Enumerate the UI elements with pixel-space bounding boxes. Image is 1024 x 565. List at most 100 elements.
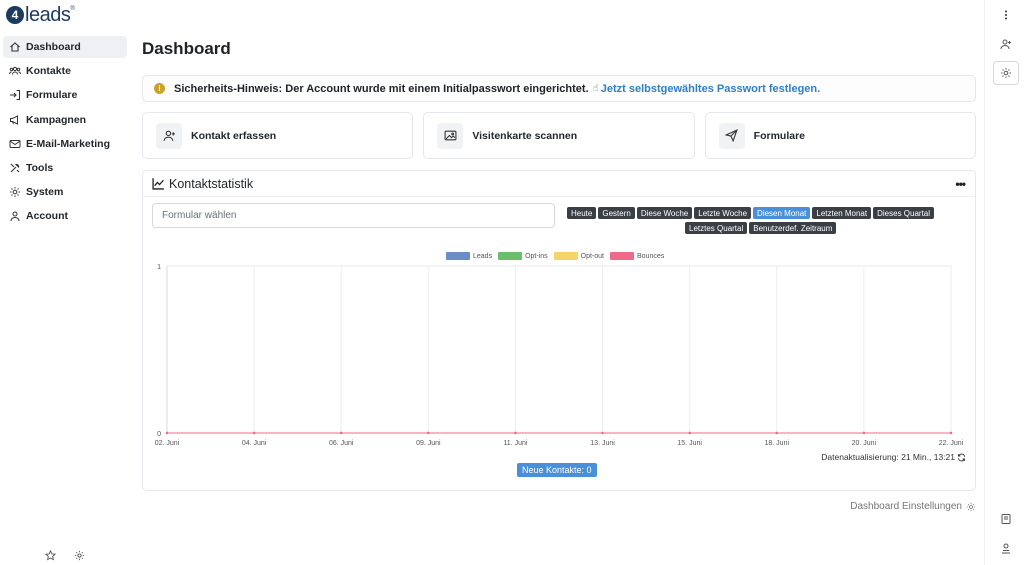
- scan-card-card[interactable]: Visitenkarte scannen: [423, 112, 695, 159]
- dashboard-settings-label: Dashboard Einstellungen: [850, 501, 962, 512]
- more-options-icon[interactable]: •••: [955, 177, 966, 191]
- add-contact-card[interactable]: Kontakt erfassen: [142, 112, 414, 159]
- legend-label: Opt-ins: [525, 252, 548, 260]
- sidebar-bottom-bar: [44, 549, 85, 561]
- range-button[interactable]: Benutzerdef. Zeitraum: [749, 222, 837, 234]
- legend-label: Leads: [473, 252, 493, 260]
- gear-icon[interactable]: [993, 61, 1019, 85]
- legend-label: Opt-out: [580, 252, 604, 260]
- y-tick-label: 1: [157, 264, 161, 271]
- sidebar-item-label: Account: [26, 210, 68, 223]
- paper-plane-icon: [718, 122, 745, 149]
- x-tick-label: 22. Juni: [939, 440, 964, 447]
- range-button[interactable]: Gestern: [598, 207, 635, 219]
- alert-text: Sicherheits-Hinweis: Der Account wurde m…: [174, 82, 589, 95]
- legend-item[interactable]: Leads: [446, 252, 492, 260]
- user-card-icon[interactable]: [993, 536, 1019, 560]
- range-button[interactable]: Letzten Monat: [812, 207, 872, 219]
- range-button[interactable]: Heute: [567, 207, 597, 219]
- y-tick-label: 0: [157, 431, 161, 438]
- add-contact-label: Kontakt erfassen: [191, 129, 277, 142]
- sidebar-item-label: Dashboard: [26, 41, 81, 53]
- more-vertical-icon[interactable]: [993, 3, 1019, 27]
- gear-icon: [966, 502, 976, 511]
- contact-statistics-panel: Kontaktstatistik ••• Formular wählen Heu…: [142, 170, 976, 491]
- data-point: [340, 431, 343, 435]
- data-point: [427, 431, 430, 435]
- legend-item[interactable]: Opt-ins: [498, 252, 548, 260]
- updated-text: Datenaktualisierung: 21 Min., 13:21: [821, 452, 955, 462]
- data-point: [949, 431, 953, 435]
- security-alert: i Sicherheits-Hinweis: Der Account wurde…: [142, 75, 976, 102]
- logo-text: leads: [25, 3, 71, 26]
- legend-item[interactable]: Opt-out: [553, 252, 604, 260]
- date-range-buttons: Heute Gestern Diese Woche Letzte Woche Diese…: [567, 207, 967, 234]
- x-tick-label: 06. Juni: [329, 440, 354, 447]
- dashboard-settings-link[interactable]: Dashboard Einstellungen: [850, 501, 976, 512]
- stat-header: Kontaktstatistik: [143, 171, 975, 197]
- gear-icon: [9, 186, 21, 198]
- sidebar-item-dashboard[interactable]: Dashboard: [3, 36, 127, 58]
- sidebar-nav: Dashboard Kontakte Formulare Kampagnen E…: [3, 36, 127, 230]
- user-icon: [9, 210, 21, 222]
- x-tick-label: 20. Juni: [852, 440, 877, 447]
- tools-icon: [9, 162, 21, 174]
- sidebar-item-formulare[interactable]: Formulare: [3, 84, 127, 106]
- range-button[interactable]: Dieses Quartal: [873, 207, 935, 219]
- data-point: [514, 431, 517, 435]
- sidebar-item-email-marketing[interactable]: E-Mail-Marketing: [3, 133, 127, 155]
- sidebar-item-system[interactable]: System: [3, 181, 127, 203]
- data-point: [601, 431, 604, 435]
- new-contacts-badge: Neue Kontakte: 0: [517, 463, 597, 477]
- legend-label: Bounces: [637, 252, 665, 260]
- book-icon[interactable]: [993, 507, 1019, 531]
- right-rail: [984, 0, 1024, 565]
- forms-card[interactable]: Formulare: [704, 112, 976, 159]
- users-icon: [9, 65, 21, 77]
- legend-swatch: [446, 252, 470, 260]
- legend-swatch: [610, 252, 634, 260]
- sidebar-item-kampagnen[interactable]: Kampagnen: [3, 109, 127, 131]
- data-point: [252, 431, 256, 435]
- data-point: [688, 431, 691, 435]
- range-button[interactable]: Letzte Woche: [694, 207, 752, 219]
- x-tick-label: 13. Juni: [590, 440, 615, 447]
- stat-title: Kontaktstatistik: [169, 176, 254, 191]
- sidebar-item-label: Tools: [26, 161, 54, 174]
- sidebar-item-kontakte[interactable]: Kontakte: [3, 60, 127, 82]
- legend-swatch: [498, 252, 523, 260]
- x-tick-label: 09. Juni: [416, 440, 441, 447]
- sidebar-item-account[interactable]: Account: [3, 205, 127, 227]
- form-select[interactable]: Formular wählen: [152, 203, 555, 228]
- scan-card-label: Visitenkarte scannen: [472, 129, 578, 142]
- set-password-link[interactable]: ☝ Jetzt selbstgewähltes Passwort festleg…: [593, 83, 821, 95]
- sidebar-item-label: System: [26, 186, 64, 199]
- range-button[interactable]: Letztes Quartal: [685, 222, 748, 234]
- x-tick-label: 18. Juni: [765, 440, 790, 447]
- image-icon: [437, 122, 464, 149]
- megaphone-icon: [9, 114, 21, 126]
- data-point: [775, 431, 778, 435]
- x-tick-label: 11. Juni: [503, 440, 527, 447]
- sidebar-item-tools[interactable]: Tools: [3, 157, 127, 179]
- form-arrow-icon: [9, 89, 21, 101]
- forms-card-label: Formulare: [753, 129, 806, 142]
- gear-icon[interactable]: [73, 549, 85, 561]
- user-plus-icon: [156, 122, 182, 149]
- data-update-info: Datenaktualisierung: 21 Min., 13:21: [821, 452, 966, 462]
- sidebar-item-label: Kampagnen: [26, 113, 87, 126]
- sidebar: 4 leads ® Dashboard Kontakte Formulare K…: [0, 0, 132, 565]
- app: 4 leads ® Dashboard Kontakte Formulare K…: [0, 0, 1024, 565]
- range-button[interactable]: Diesen Monat: [753, 207, 811, 219]
- star-icon[interactable]: [44, 549, 56, 561]
- range-button[interactable]: Diese Woche: [636, 207, 693, 219]
- contact-chart: 02. Juni 04. Juni 06. Juni 09. Juni 11. Juni…: [155, 264, 964, 447]
- chart-legend: Leads Opt-ins Opt-out Bounces: [446, 252, 664, 260]
- mail-icon: [9, 138, 21, 150]
- data-point: [165, 431, 169, 435]
- refresh-icon[interactable]: [957, 453, 966, 462]
- user-plus-icon[interactable]: [993, 32, 1019, 56]
- logo-mark: 4: [6, 6, 24, 24]
- legend-item[interactable]: Bounces: [610, 252, 664, 260]
- logo[interactable]: 4 leads ®: [6, 4, 75, 26]
